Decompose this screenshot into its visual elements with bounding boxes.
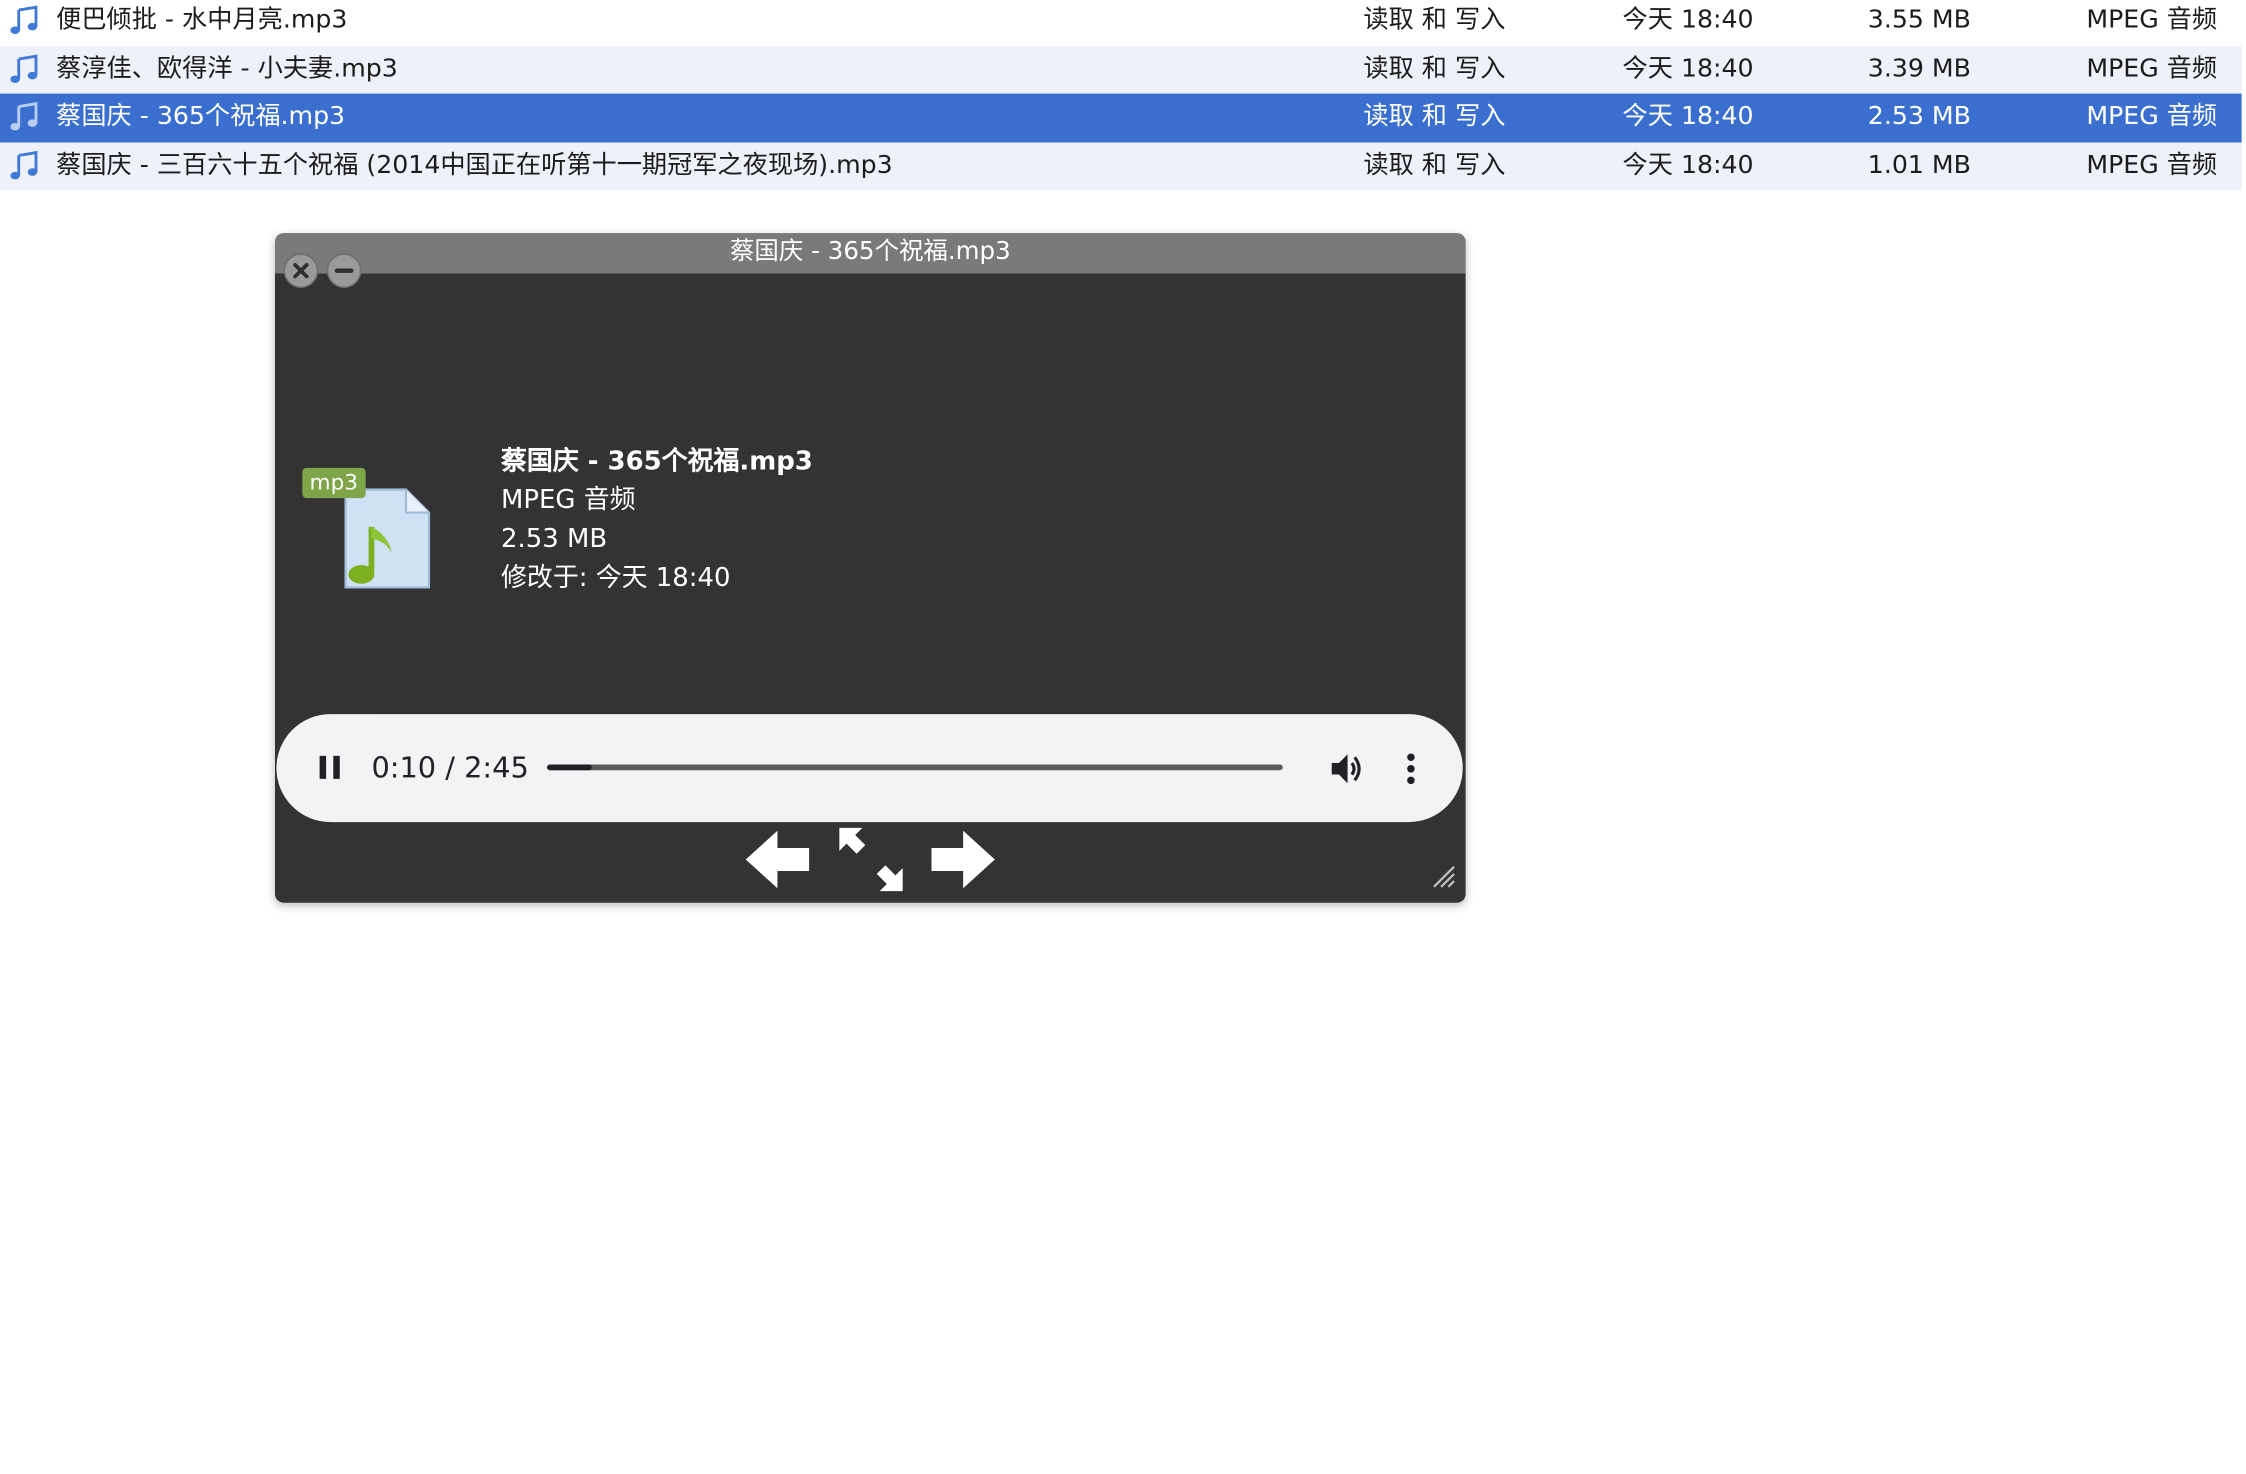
file-thumbnail: mp3: [301, 467, 445, 592]
file-kind: MPEG 音频: [2086, 5, 2218, 35]
info-size: 2.53 MB: [501, 524, 608, 555]
file-modified: 今天 18:40: [1622, 5, 1754, 35]
file-list: 便巴倾批 - 水中月亮.mp3 读取 和 写入 今天 18:40 3.55 MB…: [0, 0, 2242, 191]
file-name: 蔡淳佳、欧得洋 - 小夫妻.mp3: [56, 53, 398, 83]
more-options-button[interactable]: [1397, 750, 1426, 787]
fullscreen-icon: [839, 827, 903, 892]
minimize-icon: [334, 268, 354, 273]
file-size: 1.01 MB: [1867, 150, 1971, 180]
audio-document-icon: [340, 487, 435, 596]
window-title: 蔡国庆 - 365个祝福.mp3: [729, 237, 1011, 267]
file-size: 2.53 MB: [1867, 102, 1971, 132]
volume-icon: [1331, 754, 1361, 784]
file-permission: 读取 和 写入: [1363, 102, 1506, 132]
quicklook-window: 蔡国庆 - 365个祝福.mp3 mp3 蔡国庆 - 365个祝福.mp3 MP…: [274, 233, 1466, 903]
pause-icon: [319, 755, 340, 779]
minimize-button[interactable]: [326, 253, 362, 288]
time-display: 0:10 / 2:45: [371, 750, 529, 785]
file-size: 3.39 MB: [1867, 53, 1971, 83]
fullscreen-button[interactable]: [836, 825, 905, 900]
arrow-right-icon: [931, 830, 995, 889]
file-info: 蔡国庆 - 365个祝福.mp3 MPEG 音频 2.53 MB 修改于: 今天…: [501, 442, 813, 597]
file-kind: MPEG 音频: [2086, 102, 2218, 132]
file-row[interactable]: 便巴倾批 - 水中月亮.mp3 读取 和 写入 今天 18:40 3.55 MB…: [0, 0, 2242, 45]
music-note-icon: [9, 4, 41, 36]
info-title: 蔡国庆 - 365个祝福.mp3: [501, 446, 813, 477]
file-modified: 今天 18:40: [1622, 53, 1754, 83]
close-button[interactable]: [283, 253, 319, 288]
info-kind: MPEG 音频: [501, 485, 636, 516]
file-permission: 读取 和 写入: [1363, 5, 1506, 35]
music-note-icon: [9, 101, 41, 133]
arrow-left-icon: [745, 830, 810, 889]
seek-progress: [547, 764, 592, 771]
volume-button[interactable]: [1327, 750, 1364, 787]
screen: 便巴倾批 - 水中月亮.mp3 读取 和 写入 今天 18:40 3.55 MB…: [0, 0, 2246, 1474]
file-size: 3.55 MB: [1867, 5, 1971, 35]
file-modified: 今天 18:40: [1622, 150, 1754, 180]
titlebar[interactable]: 蔡国庆 - 365个祝福.mp3: [274, 233, 1466, 274]
file-permission: 读取 和 写入: [1363, 150, 1506, 180]
more-vertical-icon: [1407, 753, 1415, 785]
file-modified: 今天 18:40: [1622, 102, 1754, 132]
seek-bar[interactable]: [547, 764, 1283, 771]
file-row[interactable]: 蔡国庆 - 三百六十五个祝福 (2014中国正在听第十一期冠军之夜现场).mp3…: [0, 141, 2242, 191]
file-row-selected[interactable]: 蔡国庆 - 365个祝福.mp3 读取 和 写入 今天 18:40 2.53 M…: [0, 93, 2242, 142]
close-icon: [293, 263, 309, 279]
info-modified: 修改于: 今天 18:40: [501, 562, 731, 594]
pause-button[interactable]: [315, 753, 344, 782]
file-type-badge: mp3: [302, 467, 366, 499]
music-note-icon: [9, 149, 41, 181]
previous-button[interactable]: [743, 828, 812, 897]
resize-grip[interactable]: [1431, 864, 1457, 896]
music-note-icon: [9, 53, 41, 85]
file-row[interactable]: 蔡淳佳、欧得洋 - 小夫妻.mp3 读取 和 写入 今天 18:40 3.39 …: [0, 45, 2242, 94]
next-button[interactable]: [929, 828, 998, 897]
file-kind: MPEG 音频: [2086, 53, 2218, 83]
file-name: 便巴倾批 - 水中月亮.mp3: [56, 5, 348, 35]
file-name: 蔡国庆 - 365个祝福.mp3: [56, 102, 346, 132]
resize-grip-icon: [1433, 865, 1455, 888]
audio-player: 0:10 / 2:45: [276, 714, 1463, 823]
file-kind: MPEG 音频: [2086, 150, 2218, 180]
file-name: 蔡国庆 - 三百六十五个祝福 (2014中国正在听第十一期冠军之夜现场).mp3: [56, 150, 893, 180]
file-permission: 读取 和 写入: [1363, 53, 1506, 83]
